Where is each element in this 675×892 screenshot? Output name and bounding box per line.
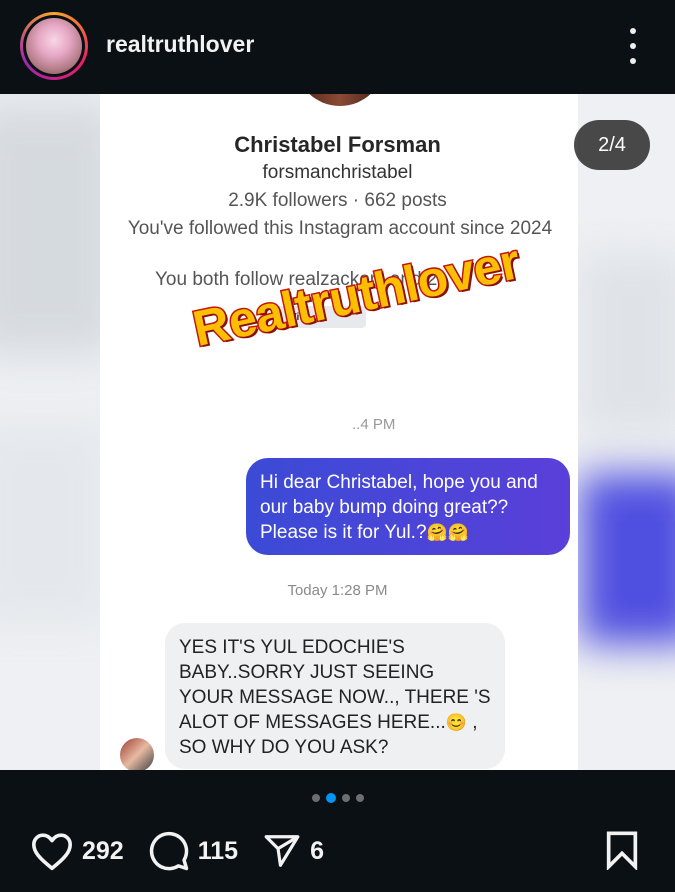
carousel-dots (312, 793, 364, 803)
carousel-dot (342, 794, 350, 802)
post-actions-bar: 292 115 6 (0, 770, 675, 892)
carousel-dot-active (326, 793, 336, 803)
post-header: realtruthlover (0, 0, 675, 94)
username[interactable]: realtruthlover (106, 31, 254, 58)
avatar (26, 18, 82, 74)
message-timestamp: ..4 PM (352, 416, 396, 433)
carousel-counter: 2/4 (574, 120, 650, 170)
comment-count: 115 (197, 836, 239, 865)
chat-profile-handle: forsmanchristabel (262, 162, 413, 183)
save-button[interactable] (604, 830, 640, 875)
bookmark-icon (606, 831, 638, 872)
chat-profile-stats: 2.9K followers · 662 posts (228, 190, 447, 211)
share-button[interactable]: 6 (262, 832, 324, 870)
profile-avatar[interactable] (20, 12, 88, 80)
like-count: 292 (82, 836, 124, 865)
carousel-dot (356, 794, 364, 802)
comment-icon (149, 831, 188, 871)
message-date: Today 1:28 PM (287, 582, 388, 599)
smile-emoji: 😊 (445, 713, 467, 732)
sender-avatar (120, 738, 154, 772)
received-message-bubble: YES IT'S YUL EDOCHIE'S BABY..SORRY JUST … (165, 623, 505, 769)
sent-message-bubble: Hi dear Christabel, hope you and our bab… (246, 458, 570, 555)
heart-icon (31, 833, 72, 871)
share-icon (264, 835, 300, 867)
hug-emoji: 🤗🤗 (426, 523, 469, 542)
sent-message-text: Hi dear Christabel, hope you and our bab… (260, 472, 538, 543)
carousel-dot (312, 794, 320, 802)
comment-button[interactable]: 115 (148, 830, 238, 872)
more-options-icon[interactable] (618, 28, 648, 64)
like-button[interactable]: 292 (30, 831, 124, 871)
share-count: 6 (310, 836, 324, 865)
received-message-text: YES IT'S YUL EDOCHIE'S BABY..SORRY JUST … (179, 637, 491, 733)
